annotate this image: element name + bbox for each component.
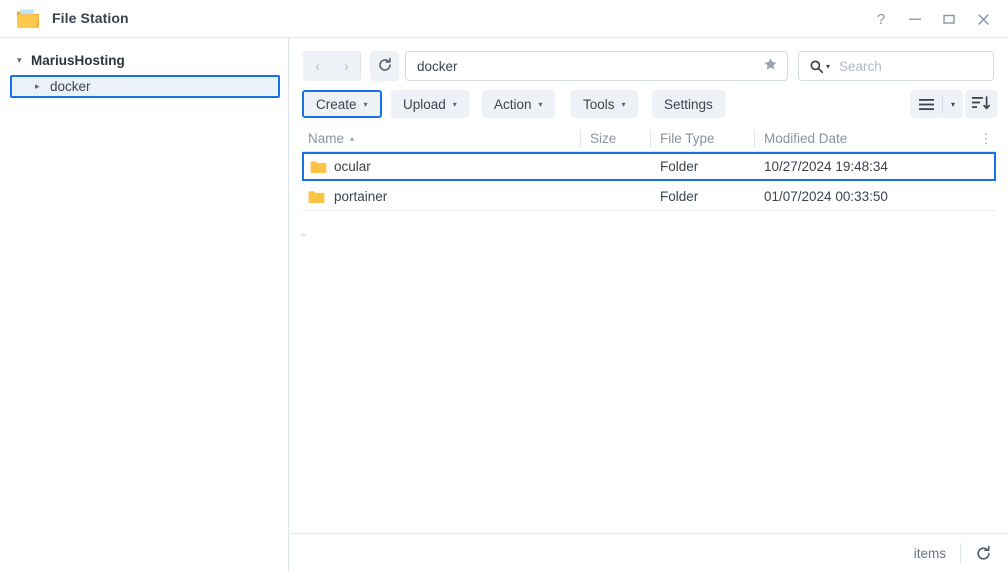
close-icon (976, 12, 991, 27)
star-icon[interactable] (763, 57, 778, 75)
help-button[interactable]: ? (864, 4, 898, 34)
help-icon: ? (876, 10, 886, 28)
chevron-down-icon[interactable]: ▾ (826, 62, 830, 71)
column-header-modified-date[interactable]: Modified Date (764, 126, 847, 151)
path-value: docker (417, 58, 458, 74)
title-bar: File Station ? (0, 0, 1008, 38)
window-title: File Station (52, 10, 129, 26)
refresh-button[interactable] (370, 51, 399, 81)
minimize-button[interactable] (898, 4, 932, 34)
upload-button-label: Upload (403, 96, 446, 112)
column-header-name[interactable]: Name ▴ (308, 126, 354, 151)
sort-button[interactable] (965, 90, 997, 118)
column-label: Name (308, 131, 345, 146)
action-button[interactable]: Action ▾ (482, 90, 555, 118)
main-panel: ‹ › docker ▾ Search Create ▾ Upload ▾ Ac… (290, 38, 1008, 572)
divider (580, 130, 581, 147)
sidebar-item-label: docker (50, 79, 91, 94)
folder-icon (310, 160, 327, 174)
settings-button[interactable]: Settings (652, 90, 725, 118)
action-button-label: Action (494, 96, 532, 112)
maximize-button[interactable] (932, 4, 966, 34)
create-button[interactable]: Create ▾ (302, 90, 382, 118)
divider (650, 130, 651, 147)
refresh-icon (377, 57, 393, 76)
column-label: File Type (660, 131, 715, 146)
file-station-window: File Station ? ▾ MariusHosting ▸ docker … (0, 0, 1008, 572)
back-button[interactable]: ‹ (303, 51, 332, 81)
search-field[interactable]: ▾ (798, 51, 994, 81)
search-icon[interactable]: ▾ (809, 59, 830, 74)
chevron-down-icon[interactable]: ▾ (943, 90, 963, 118)
chevron-left-icon: ‹ (315, 58, 320, 74)
list-view-icon[interactable] (910, 90, 942, 118)
column-label: Modified Date (764, 131, 848, 146)
folder-icon (308, 190, 325, 204)
chevron-down-icon: ▾ (621, 99, 626, 109)
divider (960, 543, 961, 563)
chevron-down-icon: ▾ (538, 99, 543, 109)
chevron-down-icon: ▾ (452, 99, 457, 109)
cell-filetype: Folder (660, 159, 699, 174)
table-row[interactable]: ocular Folder 10/27/2024 19:48:34 (302, 152, 996, 181)
divider (754, 130, 755, 147)
search-input[interactable] (837, 57, 972, 75)
tools-button-label: Tools (583, 96, 615, 112)
cell-name: ocular (334, 159, 371, 174)
sort-descending-icon (972, 95, 991, 113)
table-header: Name ▴ Size File Type Modified Date ⋮ (302, 126, 996, 152)
chevron-down-icon: ▾ (363, 99, 368, 109)
upload-button[interactable]: Upload ▾ (391, 90, 469, 118)
sidebar-item-docker[interactable]: ▸ docker (10, 75, 280, 98)
close-button[interactable] (966, 4, 1000, 34)
column-header-size[interactable]: Size (590, 126, 616, 151)
chevron-down-icon[interactable]: ▾ (17, 55, 31, 65)
minimize-icon (908, 12, 922, 26)
navigation-row: ‹ › docker ▾ Search (290, 51, 1008, 81)
items-count-label: items (913, 545, 946, 561)
cell-filetype: Folder (660, 189, 699, 204)
cell-modified-date: 01/07/2024 00:33:50 (764, 189, 888, 204)
table-row[interactable]: portainer Folder 01/07/2024 00:33:50 (302, 182, 996, 211)
sidebar-root-label: MariusHosting (31, 52, 125, 68)
path-field[interactable]: docker (405, 51, 788, 81)
column-options-button[interactable]: ⋮ (976, 126, 996, 151)
action-toolbar: Create ▾ Upload ▾ Action ▾ Tools ▾ Setti… (290, 90, 1008, 122)
view-mode-button[interactable]: ▾ (910, 90, 963, 118)
folder-icon (15, 6, 41, 30)
window-controls: ? (864, 0, 1000, 38)
cell-name: portainer (334, 189, 388, 204)
file-list: ocular Folder 10/27/2024 19:48:34 portai… (302, 152, 996, 211)
status-refresh-button[interactable] (975, 545, 992, 562)
status-bar: items (290, 533, 1008, 572)
chevron-right-icon[interactable]: ▸ (35, 82, 50, 91)
forward-button[interactable]: › (332, 51, 361, 81)
tools-button[interactable]: Tools ▾ (571, 90, 638, 118)
chevron-right-icon: › (344, 58, 349, 74)
kebab-menu-icon: ⋮ (979, 130, 993, 146)
list-end-divider (302, 210, 996, 211)
column-header-filetype[interactable]: File Type (660, 126, 715, 151)
column-label: Size (590, 131, 617, 146)
settings-button-label: Settings (664, 96, 713, 112)
cell-modified-date: 10/27/2024 19:48:34 (764, 159, 888, 174)
create-button-label: Create (316, 96, 357, 112)
sidebar-item-mariushosting[interactable]: ▾ MariusHosting (0, 48, 289, 72)
list-marker (301, 234, 306, 236)
sidebar: ▾ MariusHosting ▸ docker (0, 38, 289, 572)
back-forward-group: ‹ › (303, 51, 361, 81)
sort-ascending-icon: ▴ (350, 134, 355, 143)
maximize-icon (942, 12, 956, 26)
